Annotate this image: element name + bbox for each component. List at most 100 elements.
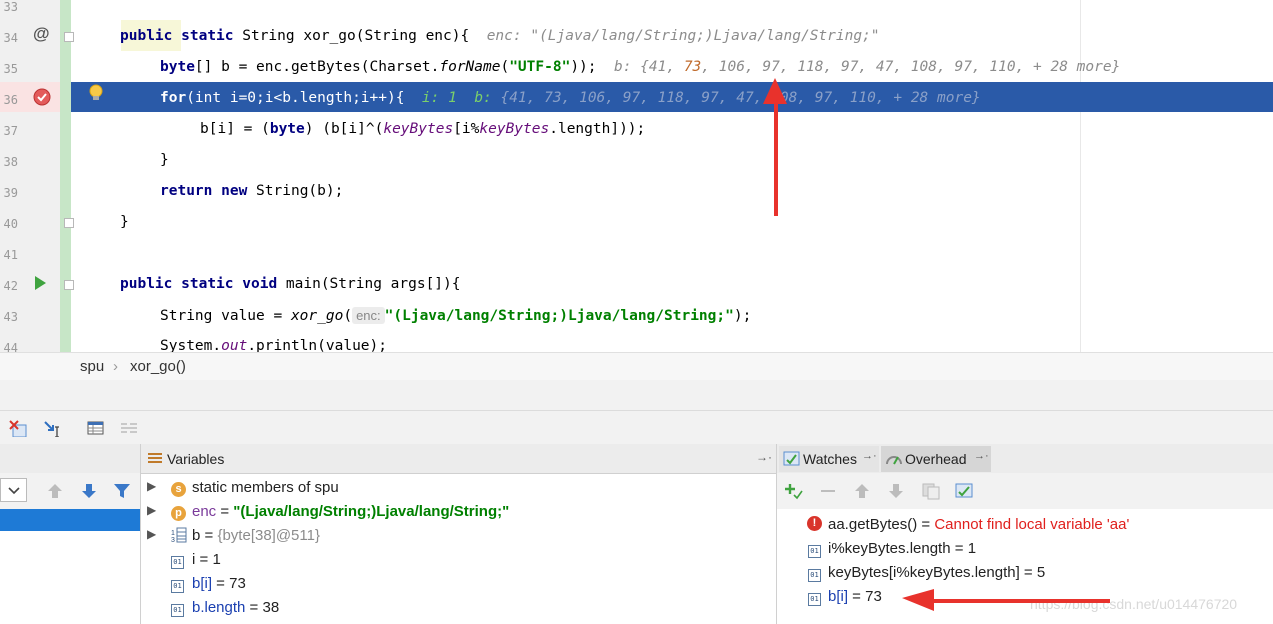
remove-icon[interactable] [819, 482, 837, 500]
code-text: ( [343, 308, 353, 324]
variable-name: b.length [192, 599, 246, 616]
code-line-36[interactable]: for(int i=0;i<b.length;i++){ i: 1 b: {41… [160, 90, 981, 106]
bulb-icon[interactable] [89, 84, 103, 102]
breakpoint-check-icon[interactable] [33, 88, 51, 106]
string-literal: "UTF-8" [509, 59, 571, 75]
code-text: (int i=0;i<b.length;i++){ [186, 90, 405, 106]
add-watch-icon[interactable] [783, 482, 803, 500]
equals: = [1019, 564, 1037, 581]
copy-icon[interactable] [921, 482, 941, 500]
method-name: forName [439, 59, 501, 75]
list-icon[interactable] [119, 419, 139, 437]
field-name: keyBytes [479, 121, 550, 137]
pin-icon[interactable]: →· [974, 450, 989, 462]
code-text: )); [570, 59, 597, 75]
debug-tool-window-header [0, 380, 1273, 410]
variable-label: i = 1 [192, 551, 221, 568]
code-editor[interactable]: 33 34 35 36 37 38 39 40 41 42 43 44 @ pu… [0, 0, 1273, 352]
variables-icon [148, 453, 162, 463]
keyword: static [181, 28, 234, 44]
watch-value: 1 [967, 540, 977, 557]
variable-row[interactable]: 01 i = 1 [141, 548, 776, 572]
string-literal: "(Ljava/lang/String;)Ljava/lang/String;" [384, 308, 734, 324]
variable-name: b[i] [192, 575, 213, 592]
parameter-hint: enc: [352, 307, 385, 324]
fold-marker[interactable] [64, 218, 74, 228]
hint-text: , 106, 97, 118, 97, 47, 108, 97, 110, + … [701, 59, 1121, 75]
parameter-badge-icon: p [171, 503, 186, 521]
variable-value: {byte[38]@511} [217, 527, 320, 544]
code-line-40[interactable]: } [120, 214, 129, 230]
tab-label: Overhead [905, 451, 967, 467]
variables-header: Variables →· [141, 444, 776, 474]
keyword: byte [160, 59, 195, 75]
variable-row[interactable]: ▶ p enc = "(Ljava/lang/String;)Ljava/lan… [141, 500, 776, 524]
filter-icon[interactable] [113, 482, 131, 500]
inline-debug-hint: enc: "(Ljava/lang/String;)Ljava/lang/Str… [486, 28, 880, 44]
code-line-34[interactable]: public static String xor_go(String enc){… [120, 28, 880, 44]
method-name: xor_go [290, 308, 344, 324]
primitive-icon: 01 [171, 599, 184, 617]
watch-value: 5 [1036, 564, 1046, 581]
watch-expression: b[i] [828, 588, 849, 605]
fold-marker[interactable] [64, 280, 74, 290]
code-text: ( [500, 59, 510, 75]
code-line-43[interactable]: String value = xor_go(enc: "(Ljava/lang/S… [160, 307, 751, 324]
editor-gutter[interactable] [0, 0, 60, 352]
run-arrow-icon[interactable] [33, 275, 47, 291]
breadcrumb-class[interactable]: spu [80, 358, 104, 375]
down-arrow-icon[interactable] [887, 482, 905, 500]
code-line-35[interactable]: byte[] b = enc.getBytes(Charset.forName(… [160, 59, 1120, 75]
tab-watches[interactable]: Watches →· [779, 446, 879, 472]
variable-label: b = {byte[38]@511} [192, 527, 320, 544]
array-icon: 13 [171, 527, 187, 547]
watch-settings-icon[interactable] [955, 482, 975, 500]
expand-arrow-icon[interactable]: ▶ [147, 527, 156, 541]
down-arrow-icon[interactable] [80, 482, 98, 500]
coverage-bar [60, 0, 71, 352]
keyword: void [242, 276, 278, 292]
chevron-right-icon: › [113, 358, 118, 375]
up-arrow-icon[interactable] [853, 482, 871, 500]
fold-marker[interactable] [64, 32, 74, 42]
watch-value: 73 [865, 588, 882, 605]
expand-arrow-icon[interactable]: ▶ [147, 503, 156, 517]
pin-icon[interactable]: →· [756, 450, 772, 464]
breadcrumb-method[interactable]: xor_go() [130, 358, 186, 375]
variable-row[interactable]: ▶ s static members of spu [141, 476, 776, 500]
watches-header: Watches →· Overhead →· [777, 444, 1273, 474]
pin-icon[interactable]: →· [862, 450, 877, 462]
chevron-down-icon [8, 487, 20, 495]
at-sign-icon[interactable]: @ [33, 24, 50, 44]
variables-title: Variables [167, 451, 225, 467]
code-line-44[interactable]: System.out.println(value); [160, 338, 387, 352]
code-text: b[i] = ( [200, 121, 270, 137]
tab-label: Watches [803, 451, 857, 467]
frames-toolbar [0, 473, 140, 509]
code-line-42[interactable]: public static void main(String args[]){ [120, 276, 461, 292]
step-icon[interactable] [42, 419, 62, 437]
watches-toolbar [777, 473, 1273, 509]
up-arrow-icon[interactable] [46, 482, 64, 500]
svg-text:1: 1 [171, 530, 175, 537]
code-line-37[interactable]: b[i] = (byte) (b[i]^(keyBytes[i%keyBytes… [200, 121, 645, 137]
watch-error: Cannot find local variable 'aa' [934, 516, 1130, 533]
variable-row[interactable]: ▶ 13 b = {byte[38]@511} [141, 524, 776, 548]
clear-icon[interactable] [8, 419, 28, 437]
expand-arrow-icon[interactable]: ▶ [147, 479, 156, 493]
code-text: ) (b[i]^( [304, 121, 384, 137]
debug-toolbar [0, 410, 1273, 445]
variable-row[interactable]: 01 b[i] = 73 [141, 572, 776, 596]
line-number: 35 [3, 62, 18, 76]
watch-label: b[i] = 73 [828, 588, 882, 605]
code-line-38[interactable]: } [160, 152, 169, 168]
tab-overhead[interactable]: Overhead →· [881, 446, 991, 472]
thread-dropdown[interactable] [0, 478, 27, 502]
watch-expression: i%keyBytes.length [828, 540, 951, 557]
selected-frame-row[interactable] [0, 509, 140, 531]
code-text: String xor_go(String enc){ [233, 28, 470, 44]
keyword: byte [269, 121, 305, 137]
code-line-39[interactable]: return new String(b); [160, 183, 343, 199]
table-icon[interactable] [86, 419, 106, 437]
variable-row[interactable]: 01 b.length = 38 [141, 596, 776, 620]
